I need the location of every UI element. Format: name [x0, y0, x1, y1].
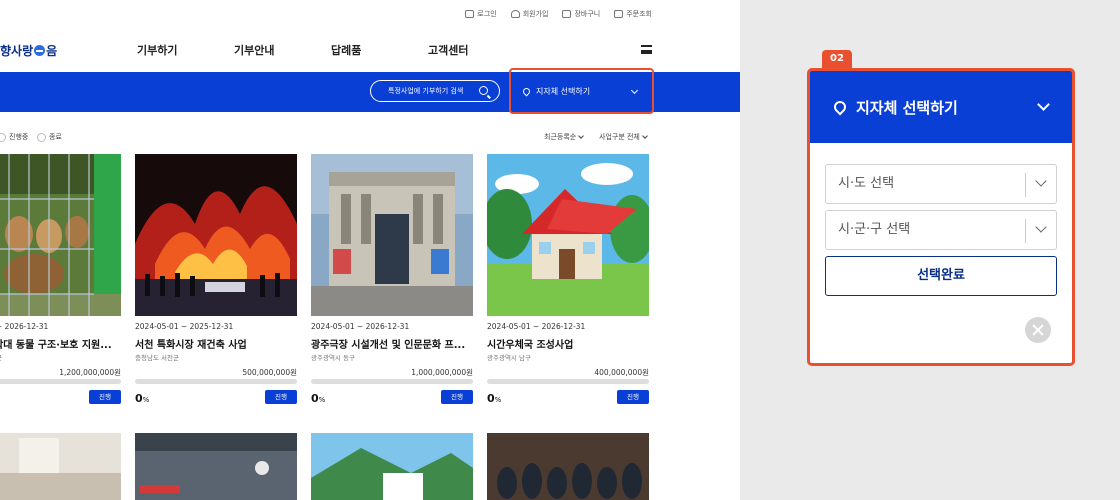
card-period: 2024-05-01 ~ 2025-12-31: [135, 322, 234, 331]
card-progress-bar: [311, 379, 473, 384]
chevron-down-icon: [630, 86, 639, 95]
card-title: 학대 동물 구조·보호 지원...: [0, 340, 112, 351]
card-period: 2024-05-01 ~ 2026-12-31: [311, 322, 410, 331]
sort-dropdown[interactable]: 최근등록순: [544, 132, 585, 142]
step-number-badge: 02: [822, 50, 852, 68]
status-filter-active[interactable]: 진행중: [0, 132, 28, 142]
hall-interior-image: [0, 433, 121, 500]
card-period: ~ 2026-12-31: [0, 322, 49, 331]
card-progress-bar: [135, 379, 297, 384]
card-period: 2024-05-01 ~ 2026-12-31: [487, 322, 586, 331]
region-select-button[interactable]: 지자체 선택하기: [509, 68, 654, 114]
select-divider: [1025, 219, 1026, 243]
card-region: 광주광역시 남구: [487, 354, 531, 362]
post-office-illustration: [487, 154, 649, 316]
card-progress-bar: [487, 379, 649, 384]
site-logo[interactable]: 향사랑 음: [0, 42, 57, 59]
truck-icon: [614, 10, 624, 18]
sigungu-select[interactable]: 시·군·구 선택: [825, 210, 1057, 250]
card-title: 광주극장 시설개선 및 인문문화 프...: [311, 340, 466, 351]
utility-nav: 로그인 회원가입 장바구니 주문조회: [465, 9, 652, 19]
cart-link[interactable]: 장바구니: [562, 9, 600, 19]
logo-mark-icon: [34, 45, 46, 56]
select-complete-button[interactable]: 선택완료: [825, 256, 1057, 296]
status-filter-ended[interactable]: 종료: [37, 132, 62, 142]
login-link[interactable]: 로그인: [465, 9, 497, 19]
chevron-down-icon: [578, 133, 585, 139]
cart-icon: [562, 10, 572, 18]
search-icon: [479, 86, 488, 95]
hamburger-menu-icon[interactable]: [641, 45, 652, 54]
nav-gifts[interactable]: 답례품: [331, 42, 361, 58]
project-search-button[interactable]: 특정사업에 기부하기 검색: [370, 80, 500, 102]
sido-select[interactable]: 시·도 선택: [825, 164, 1057, 204]
radio-icon: [37, 132, 46, 142]
card-title: 서천 특화시장 재건축 사업: [135, 340, 247, 351]
card-thumbnail: [311, 154, 473, 316]
login-icon: [465, 10, 475, 18]
card-status-badge: 진행: [441, 390, 473, 404]
card-thumbnail: [135, 154, 297, 316]
chevron-down-icon: [1035, 221, 1047, 233]
card-status-badge: 진행: [617, 390, 649, 404]
card-status-badge: 진행: [89, 390, 121, 404]
theater-building-image: [311, 154, 473, 316]
mountain-illustration: [311, 433, 473, 500]
chevron-down-icon: [1035, 175, 1047, 187]
project-card[interactable]: [0, 433, 121, 500]
card-progress-percent: 0%: [487, 392, 502, 405]
close-icon[interactable]: [1025, 317, 1051, 343]
location-pin-icon: [521, 86, 532, 96]
nav-donation-guide[interactable]: 기부안내: [234, 42, 274, 58]
card-region: 충청남도 서천군: [135, 354, 179, 362]
category-dropdown[interactable]: 사업구분 전체: [599, 132, 648, 142]
card-progress-percent: 0%: [135, 392, 150, 405]
select-divider: [1025, 173, 1026, 197]
card-goal-amount: 400,000,000원: [594, 368, 649, 377]
project-card[interactable]: [135, 433, 297, 500]
search-bar: 특정사업에 기부하기 검색 지자체 선택하기: [0, 68, 740, 114]
region-select-panel: 지자체 선택하기 시·도 선택 시·군·구 선택 선택완료: [807, 68, 1075, 366]
signup-link[interactable]: 회원가입: [510, 9, 548, 19]
card-goal-amount: 500,000,000원: [242, 368, 297, 377]
card-region: 광주광역시 동구: [311, 354, 355, 362]
radio-icon: [0, 132, 6, 142]
project-card[interactable]: [311, 433, 473, 500]
card-goal-amount: 1,000,000,000원: [411, 368, 473, 377]
card-title: 시간우체국 조성사업: [487, 340, 574, 351]
card-progress-percent: 0%: [311, 392, 326, 405]
card-progress-bar: [0, 379, 121, 384]
card-thumbnail: [0, 154, 121, 316]
order-lookup-link[interactable]: 주문조회: [614, 9, 652, 19]
card-region: 군: [0, 352, 2, 362]
market-fire-image: [135, 154, 297, 316]
chevron-down-icon: [642, 133, 648, 139]
panel-header[interactable]: 지자체 선택하기: [810, 71, 1072, 143]
chevron-down-icon: [1037, 98, 1050, 111]
website-screenshot: 로그인 회원가입 장바구니 주문조회 향사랑 음 기부하기 기부안내 답례품 고객…: [0, 0, 740, 500]
group-photo-image: [487, 433, 649, 500]
card-thumbnail: [487, 154, 649, 316]
meeting-room-image: [135, 433, 297, 500]
dogs-in-cage-image: [0, 154, 121, 316]
card-status-badge: 진행: [265, 390, 297, 404]
location-pin-icon: [831, 98, 849, 116]
main-nav: 향사랑 음 기부하기 기부안내 답례품 고객센터: [0, 28, 740, 72]
nav-customer-center[interactable]: 고객센터: [428, 42, 468, 58]
project-card[interactable]: [487, 433, 649, 500]
person-icon: [510, 10, 520, 18]
nav-donate[interactable]: 기부하기: [137, 42, 177, 58]
card-goal-amount: 1,200,000,000원: [59, 368, 121, 377]
